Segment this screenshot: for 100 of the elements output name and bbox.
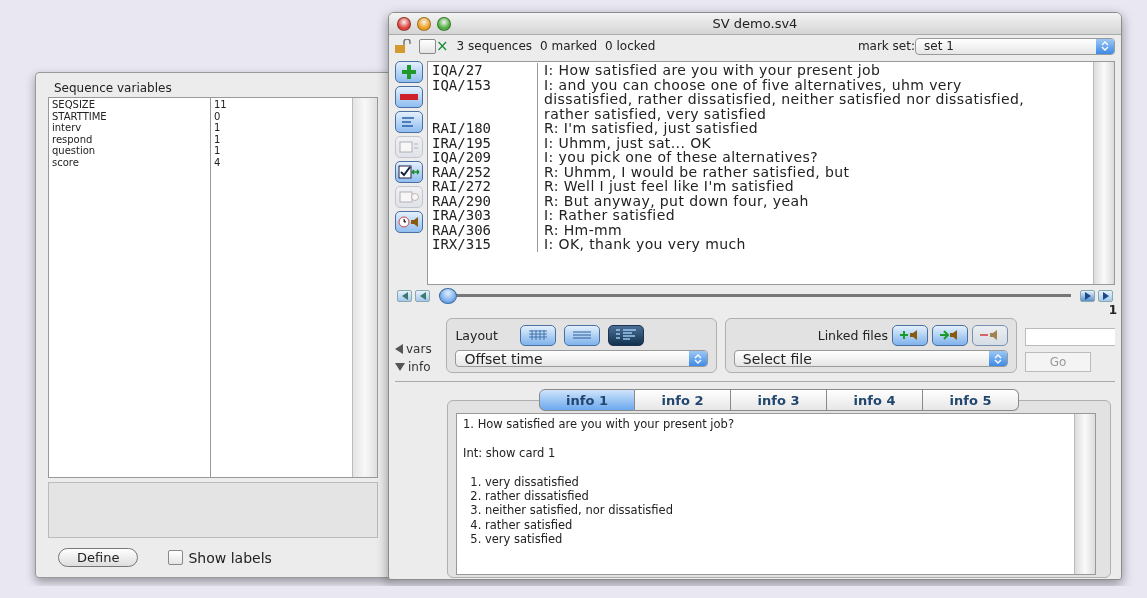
event-text: I: OK, thank you very much	[543, 237, 747, 252]
variable-name: question	[52, 145, 97, 157]
layout-button[interactable]	[607, 324, 644, 346]
last-button[interactable]	[1098, 290, 1113, 302]
clear-mark-button[interactable]: ×	[436, 37, 449, 55]
scrollbar[interactable]	[1074, 414, 1095, 574]
variable-value: 11	[214, 99, 228, 111]
text-tool-button[interactable]	[395, 111, 423, 133]
variable-value: 4	[214, 156, 222, 168]
event-code: RAA/290	[428, 193, 538, 208]
triangle-down-icon	[395, 363, 405, 371]
event-text: I: Uhmm, just sat... OK	[543, 135, 713, 150]
clock-speaker-icon	[398, 215, 420, 229]
locked-count: 0 locked	[605, 39, 656, 53]
event-text: R: But anyway, put down four, yeah	[543, 193, 810, 208]
offset-lines-icon	[614, 328, 637, 342]
linked-file-button[interactable]	[932, 324, 968, 346]
next-button[interactable]	[1080, 290, 1095, 302]
event-text: I: and you can choose one of five alternatives, uhm very dissatisfied, rather dissatisfied, neither satisfied nor dissatisfied, rather satisfied, very satisfied	[543, 77, 1026, 121]
info-tab[interactable]: info 2	[635, 389, 731, 411]
info-line: 2. rather dissatisfied	[469, 489, 590, 504]
info-tab[interactable]: info 5	[923, 389, 1019, 411]
variable-value: 1	[214, 133, 222, 145]
variable-value: 1	[214, 145, 222, 157]
lock-open-icon[interactable]	[395, 39, 411, 53]
slider-thumb[interactable]	[439, 288, 457, 304]
info-line: 1. very dissatisfied	[469, 474, 580, 489]
first-button[interactable]	[397, 290, 412, 302]
input-field[interactable]	[1025, 328, 1115, 346]
marked-count: 0 marked	[540, 39, 598, 53]
event-code: IRA/303	[428, 208, 538, 223]
variable-name: STARTTIME	[52, 110, 108, 122]
stepper-icon	[989, 351, 1007, 366]
event-text: I: Rather satisfied	[543, 208, 675, 223]
event-text: R: Well I just feel like I'm satisfied	[543, 179, 794, 194]
previous-button[interactable]	[415, 290, 430, 302]
clock-box-icon	[399, 190, 419, 204]
event-code: RAA/306	[428, 222, 538, 237]
rows-icon	[571, 330, 592, 340]
mark-set-select[interactable]: set 1	[915, 37, 1115, 55]
event-code: IRA/195	[428, 135, 538, 150]
event-text: I: How satisfied are you with your present job	[543, 63, 881, 78]
group-label: Layout	[455, 327, 498, 343]
info-tab[interactable]: info 1	[539, 389, 635, 411]
variable-value: 1	[214, 122, 222, 134]
sound-tool-button[interactable]	[395, 211, 423, 233]
event-text: R: I'm satisfied, just satisfied	[543, 121, 759, 136]
event-text: R: Hm-mm	[543, 222, 624, 237]
mark-set-label: mark set:	[857, 39, 915, 53]
add-tool-button[interactable]	[395, 61, 423, 83]
select-all-checkbox[interactable]	[419, 38, 436, 54]
stepper-icon	[688, 351, 707, 366]
info-tab[interactable]: info 4	[827, 389, 923, 411]
info-tab[interactable]: info 3	[731, 389, 827, 411]
scrollbar[interactable]	[1093, 62, 1114, 284]
variable-name: score	[52, 156, 80, 168]
info-line: Int: show card 1	[463, 445, 557, 461]
layout-select[interactable]: Offset time	[455, 350, 708, 367]
close-icon[interactable]	[397, 16, 411, 31]
variable-name: respond	[52, 133, 94, 145]
remove-tool-button[interactable]	[395, 86, 423, 108]
layout-button[interactable]	[519, 324, 556, 346]
event-code: IRX/315	[428, 237, 538, 252]
triangle-left-icon	[395, 344, 403, 354]
info-line: 3. neither satisfied, nor dissatisfied	[469, 503, 674, 518]
info-line: 4. rather satisfied	[469, 517, 574, 533]
file-select[interactable]: Select file	[733, 350, 1008, 367]
stepper-icon	[1096, 38, 1114, 54]
minimize-icon[interactable]	[417, 16, 431, 31]
event-code: RAA/252	[428, 164, 538, 179]
plus-icon	[401, 64, 417, 80]
minus-icon	[400, 93, 418, 101]
variable-name: SEQSIZE	[52, 99, 96, 111]
event-code: RAI/272	[428, 179, 538, 194]
info-line: 5. very satisfied	[469, 532, 564, 547]
event-code: IQA/153	[428, 77, 538, 121]
mark-tool-button[interactable]	[395, 161, 423, 183]
layout-button[interactable]	[563, 324, 600, 346]
text-lines-icon	[401, 116, 417, 128]
disclosure-toggle[interactable]: vars	[395, 342, 439, 356]
zoom-icon[interactable]	[437, 16, 451, 31]
event-text: R: Uhmm, I would be rather satisfied, but	[543, 164, 851, 179]
panel-title: Sequence variables	[53, 81, 173, 97]
define-button[interactable]: Define	[58, 548, 139, 567]
disclosure-toggle[interactable]: info	[395, 360, 439, 374]
checkbox[interactable]	[168, 550, 184, 565]
linked-file-button[interactable]	[892, 324, 928, 346]
event-code: RAI/180	[428, 121, 538, 136]
variable-value: 0	[214, 110, 222, 122]
grid-columns-icon	[527, 330, 548, 340]
variable-name: interv	[52, 122, 83, 134]
sequence-number: 1	[1108, 304, 1117, 316]
event-code: IQA/27	[428, 63, 538, 78]
event-code: IQA/209	[428, 150, 538, 165]
info-line: 1. How satisfied are you with your present job?	[463, 417, 735, 432]
scrollbar[interactable]	[352, 98, 377, 477]
show-labels-checkbox[interactable]: Show labels	[168, 549, 272, 566]
event-text: I: you pick one of these alternatives?	[543, 150, 819, 165]
group-label: Linked files	[817, 327, 888, 343]
window-title: SV demo.sv4	[711, 16, 799, 31]
